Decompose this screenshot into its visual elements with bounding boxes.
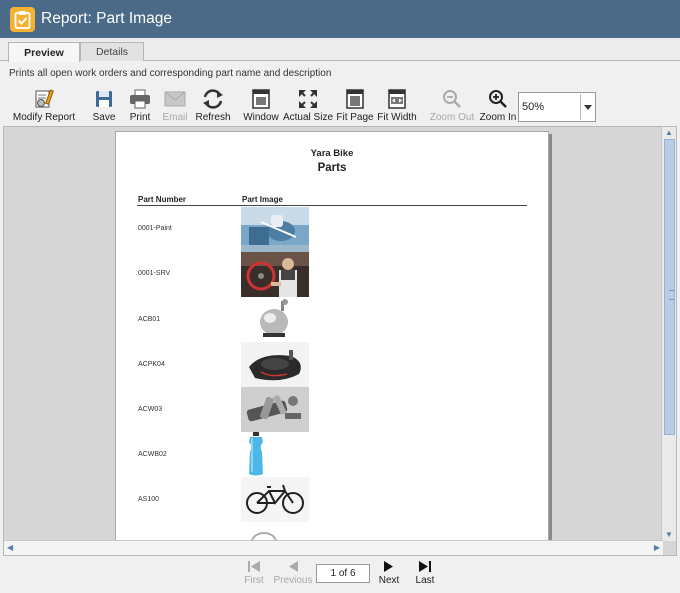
table-row-part-number: 0001-SRV — [138, 270, 171, 277]
report-company: Yara Bike — [310, 148, 354, 159]
print-button[interactable]: Print — [126, 88, 154, 126]
actual-size-button[interactable]: Actual Size — [283, 88, 333, 126]
header-divider — [137, 205, 527, 206]
chevron-down-icon[interactable] — [580, 94, 594, 120]
page-navigation: First Previous 1 of 6 Next Last — [0, 558, 680, 593]
tab-bar: Preview Details — [0, 38, 680, 62]
save-button[interactable]: Save — [90, 88, 118, 126]
clipboard-check-icon — [10, 6, 35, 32]
last-page-button[interactable]: Last — [411, 560, 439, 586]
fit-page-icon — [346, 88, 364, 110]
window-button[interactable]: Window — [242, 88, 280, 126]
refresh-icon — [201, 88, 225, 110]
previous-page-icon — [289, 561, 298, 572]
window-title: Report: Part Image — [41, 10, 172, 27]
last-page-icon — [419, 561, 431, 572]
first-page-button[interactable]: First — [240, 560, 268, 586]
mechanic-photo — [241, 252, 309, 297]
fit-width-button[interactable]: Fit Width — [376, 88, 418, 126]
previous-page-button[interactable]: Previous — [272, 560, 314, 586]
horizontal-scrollbar[interactable]: ◀ ▶ — [4, 540, 663, 555]
zoom-level-value: 50% — [522, 101, 545, 113]
paint-booth-photo — [241, 207, 309, 252]
report-page: Yara Bike Parts Part Number Part Image 0… — [115, 131, 549, 551]
email-button[interactable]: Email — [160, 88, 190, 126]
column-header-part-image: Part Image — [242, 195, 283, 204]
modify-report-icon — [33, 88, 55, 110]
saddle-bag-photo — [241, 342, 309, 387]
table-row-part-number: ACWB02 — [138, 451, 167, 458]
page-indicator[interactable]: 1 of 6 — [316, 564, 370, 583]
table-row-part-number: ACPK04 — [138, 361, 165, 368]
modify-report-button[interactable]: Modify Report — [10, 88, 78, 126]
vertical-scrollbar[interactable]: ▲ ▼ — [661, 127, 676, 541]
zoom-in-icon — [488, 88, 508, 110]
zoom-level-select[interactable]: 50% — [518, 92, 596, 122]
first-page-icon — [248, 561, 260, 572]
zoom-out-button[interactable]: Zoom Out — [428, 88, 476, 126]
report-title: Parts — [317, 162, 347, 174]
title-bar: Report: Part Image — [0, 0, 680, 38]
bike-bell-photo — [241, 297, 309, 342]
expand-arrows-icon — [298, 88, 318, 110]
printer-icon — [129, 88, 151, 110]
tool-set-photo — [241, 387, 309, 432]
next-page-icon — [384, 561, 393, 572]
vertical-scroll-thumb[interactable] — [664, 139, 675, 435]
table-row-part-number: ACW03 — [138, 406, 163, 413]
envelope-icon — [164, 88, 186, 110]
scroll-right-icon[interactable]: ▶ — [654, 543, 660, 552]
water-bottle-photo — [241, 432, 309, 477]
fit-page-button[interactable]: Fit Page — [336, 88, 374, 126]
next-page-button[interactable]: Next — [375, 560, 403, 586]
report-preview-area[interactable]: Yara Bike Parts Part Number Part Image 0… — [3, 126, 677, 556]
fit-width-icon — [388, 88, 406, 110]
table-row-part-number: 0001-Paint — [138, 225, 172, 232]
zoom-out-icon — [442, 88, 462, 110]
table-row-part-number: ACB01 — [138, 316, 161, 323]
scroll-up-icon[interactable]: ▲ — [665, 128, 673, 137]
zoom-in-button[interactable]: Zoom In — [478, 88, 518, 126]
scroll-down-icon[interactable]: ▼ — [665, 530, 673, 539]
tab-preview[interactable]: Preview — [8, 42, 80, 62]
scroll-left-icon[interactable]: ◀ — [7, 543, 13, 552]
refresh-button[interactable]: Refresh — [194, 88, 232, 126]
table-row-part-number: AS100 — [138, 496, 160, 503]
window-icon — [252, 88, 270, 110]
floppy-disk-icon — [94, 88, 114, 110]
tab-details[interactable]: Details — [80, 42, 144, 61]
report-description: Prints all open work orders and correspo… — [9, 68, 332, 79]
column-header-part-number: Part Number — [138, 195, 187, 204]
bicycle-photo — [241, 477, 309, 522]
